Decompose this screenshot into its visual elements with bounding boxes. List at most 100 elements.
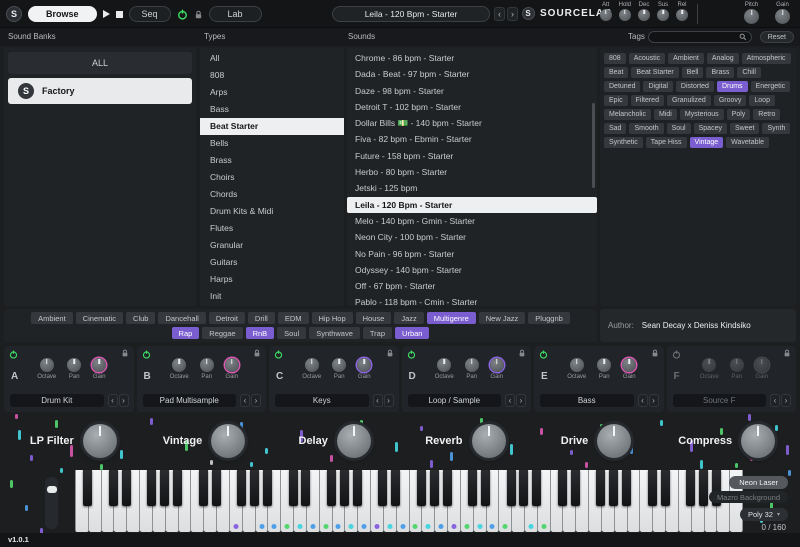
genre-soul[interactable]: Soul [277,327,306,339]
gain-knob[interactable] [622,358,636,372]
type-item-init[interactable]: Init [200,288,344,305]
tag-spacey[interactable]: Spacey [694,123,727,134]
black-key[interactable] [327,470,336,506]
pitch-wheel-thumb[interactable] [47,486,57,493]
next-sample-button[interactable]: › [384,394,394,407]
next-sample-button[interactable]: › [649,394,659,407]
preset-selector[interactable]: Leila - 120 Bpm - Starter [332,6,490,22]
genre-multigenre[interactable]: Multigenre [427,312,476,324]
black-key[interactable] [686,470,695,506]
genre-jazz[interactable]: Jazz [394,312,423,324]
channel-name-selector[interactable]: Loop / Sample [408,394,502,407]
pitch-wheel[interactable] [45,477,58,529]
sound-item[interactable]: Jetski - 125 bpm [347,180,597,196]
stop-icon[interactable] [116,11,123,18]
genre-cinematic[interactable]: Cinematic [76,312,123,324]
gain-knob[interactable] [92,358,106,372]
sound-item[interactable]: Chrome - 86 bpm - Starter [347,50,597,66]
preset-prev-button[interactable]: ‹ [494,7,505,21]
dec-knob[interactable] [638,9,650,21]
genre-pluggnb[interactable]: Pluggnb [528,312,570,324]
channel-lock-icon[interactable] [783,349,791,357]
octave-knob[interactable] [40,358,54,372]
channel-power-icon[interactable] [539,350,548,359]
genre-detroit[interactable]: Detroit [209,312,245,324]
type-item-808[interactable]: 808 [200,67,344,84]
black-key[interactable] [250,470,259,506]
gain-knob[interactable] [357,358,371,372]
pan-knob[interactable] [200,358,214,372]
prev-sample-button[interactable]: ‹ [108,394,118,407]
hold-knob[interactable] [619,9,631,21]
black-key[interactable] [443,470,452,506]
type-item-bass[interactable]: Bass [200,101,344,118]
tag-acoustic[interactable]: Acoustic [629,53,665,64]
channel-power-icon[interactable] [9,350,18,359]
tag-digital[interactable]: Digital [643,81,672,92]
sound-item[interactable]: Daze - 98 bpm - Starter [347,83,597,99]
fx-knob-lp-filter[interactable] [83,424,117,458]
next-sample-button[interactable]: › [119,394,129,407]
white-key[interactable] [679,470,692,532]
tag-analog[interactable]: Analog [707,53,739,64]
black-key[interactable] [571,470,580,506]
pan-knob[interactable] [465,358,479,372]
sus-knob[interactable] [657,9,669,21]
sound-item[interactable]: Pablo - 118 bpm - Cmin - Starter [347,294,597,306]
sound-item[interactable]: No Pain - 96 bpm - Starter [347,246,597,262]
tag-midi[interactable]: Midi [654,109,677,120]
sound-item[interactable]: Neon City - 100 bpm - Starter [347,229,597,245]
browse-button[interactable]: Browse [28,6,97,22]
next-sample-button[interactable]: › [781,394,791,407]
sound-item[interactable]: Fiva - 82 bpm - Ebmin - Starter [347,131,597,147]
type-item-bells[interactable]: Bells [200,135,344,152]
white-key[interactable] [640,470,653,532]
black-key[interactable] [622,470,631,506]
fx-knob-vintage[interactable] [211,424,245,458]
genre-trap[interactable]: Trap [363,327,392,339]
sound-item[interactable]: Detroit T - 102 bpm - Starter [347,99,597,115]
sound-item[interactable]: Dada - Beat - 97 bpm - Starter [347,66,597,82]
prev-sample-button[interactable]: ‹ [505,394,515,407]
black-key[interactable] [147,470,156,506]
master-gain-knob[interactable] [775,9,790,24]
genre-club[interactable]: Club [126,312,155,324]
fx-knob-reverb[interactable] [472,424,506,458]
tag-loop[interactable]: Loop [749,95,775,106]
tag-808[interactable]: 808 [604,53,626,64]
channel-power-icon[interactable] [672,350,681,359]
fx-knob-drive[interactable] [597,424,631,458]
black-key[interactable] [378,470,387,506]
tag-wavetable[interactable]: Wavetable [726,137,769,148]
tag-smooth[interactable]: Smooth [629,123,663,134]
black-key[interactable] [596,470,605,506]
white-key[interactable] [461,470,474,532]
channel-name-selector[interactable]: Pad Multisample [143,394,237,407]
channel-name-selector[interactable]: Drum Kit [10,394,104,407]
channel-lock-icon[interactable] [386,349,394,357]
channel-lock-icon[interactable] [518,349,526,357]
tag-melancholic[interactable]: Melancholic [604,109,651,120]
genre-ambient[interactable]: Ambient [31,312,73,324]
pan-knob[interactable] [67,358,81,372]
black-key[interactable] [468,470,477,506]
gain-knob[interactable] [755,358,769,372]
type-item-flutes[interactable]: Flutes [200,220,344,237]
black-key[interactable] [417,470,426,506]
pan-knob[interactable] [730,358,744,372]
black-key[interactable] [661,470,670,506]
genre-dancehall[interactable]: Dancehall [158,312,205,324]
genre-house[interactable]: House [356,312,392,324]
sound-item[interactable]: Off - 67 bpm - Starter [347,278,597,294]
fx-knob-delay[interactable] [337,424,371,458]
white-key[interactable] [499,470,512,532]
tag-brass[interactable]: Brass [706,67,734,78]
black-key[interactable] [109,470,118,506]
channel-name-selector[interactable]: Source F [673,394,767,407]
black-key[interactable] [353,470,362,506]
prev-sample-button[interactable]: ‹ [770,394,780,407]
genre-reggae[interactable]: Reggae [202,327,242,339]
white-key[interactable] [281,470,294,532]
channel-power-icon[interactable] [407,350,416,359]
pan-knob[interactable] [332,358,346,372]
